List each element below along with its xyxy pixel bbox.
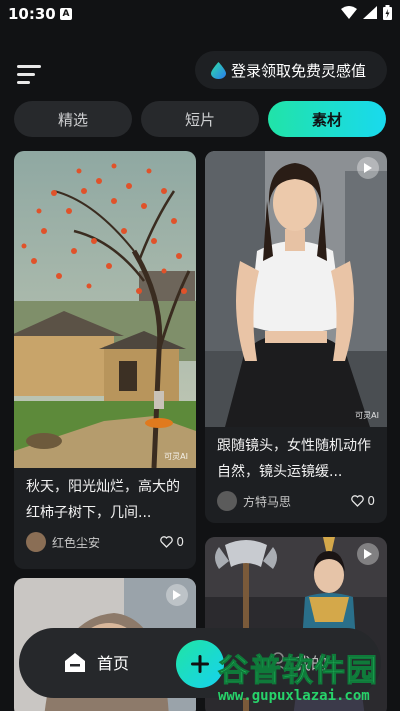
battery-icon (383, 5, 392, 20)
nav-home-label: 首页 (97, 654, 130, 673)
like-button[interactable]: 0 (160, 535, 184, 549)
signal-icon (363, 6, 377, 19)
feed-card[interactable]: 可灵AI 秋天，阳光灿烂，高大的红柿子树下，几间... 红色尘安 0 (14, 151, 196, 569)
play-icon (166, 584, 188, 606)
status-icons (341, 5, 392, 20)
login-reward-label: 登录领取免费灵感值 (231, 61, 367, 80)
login-reward-button[interactable]: 登录领取免费灵感值 (195, 51, 387, 89)
create-button[interactable] (176, 640, 224, 688)
author-name[interactable]: 红色尘安 (52, 534, 160, 551)
card-title: 跟随镜头，女性随机动作自然，镜头运镜缓... (217, 438, 371, 480)
like-count: 0 (367, 494, 375, 508)
avatar[interactable] (26, 532, 46, 552)
nav-mine[interactable]: 我的 (269, 650, 327, 674)
tab-shorts[interactable]: 短片 (141, 101, 259, 137)
profile-icon (269, 652, 287, 672)
like-count: 0 (176, 535, 184, 549)
status-bar: 10:30 A (0, 0, 400, 30)
ai-watermark: 可灵AI (355, 411, 379, 420)
card-title: 秋天，阳光灿烂，高大的红柿子树下，几间... (26, 479, 180, 521)
play-icon (357, 543, 379, 565)
feed-card[interactable]: 可灵AI 跟随镜头，女性随机动作自然，镜头运镜缓... 方特马思 0 (205, 151, 387, 523)
nav-home[interactable]: 首页 (63, 650, 129, 674)
wifi-icon (341, 6, 357, 19)
card-thumbnail[interactable]: 可灵AI (14, 151, 196, 469)
avatar[interactable] (217, 491, 237, 511)
heart-icon (351, 495, 365, 507)
home-icon (65, 653, 85, 672)
bottom-nav: 首页 我的 (19, 628, 381, 698)
play-icon (357, 157, 379, 179)
inspiration-drop-icon (211, 61, 226, 79)
persimmon-village-image (14, 151, 196, 469)
tab-materials[interactable]: 素材 (268, 101, 386, 137)
category-tabs: 精选 短片 素材 (14, 101, 386, 137)
like-button[interactable]: 0 (351, 494, 375, 508)
ai-watermark: 可灵AI (164, 452, 188, 461)
author-name[interactable]: 方特马思 (243, 493, 351, 510)
gym-woman-image (205, 151, 387, 427)
menu-icon[interactable] (17, 65, 41, 85)
card-thumbnail[interactable]: 可灵AI (205, 151, 387, 427)
nav-mine-label: 我的 (295, 654, 328, 673)
plus-icon (191, 655, 209, 673)
heart-icon (160, 536, 174, 548)
status-time: 10:30 (8, 5, 56, 23)
card-meta: 方特马思 0 (205, 485, 387, 513)
tab-featured[interactable]: 精选 (14, 101, 132, 137)
card-meta: 红色尘安 0 (14, 526, 196, 554)
notification-icon: A (60, 8, 72, 20)
